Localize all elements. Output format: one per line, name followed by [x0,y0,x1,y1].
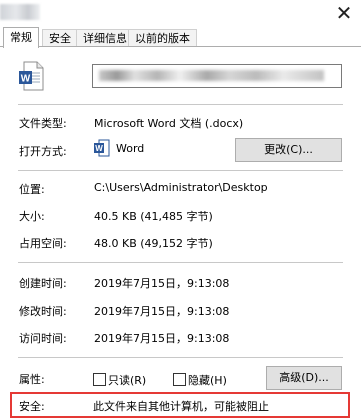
svg-text:W: W [21,74,31,85]
accessed-label: 访问时间: [19,332,67,345]
separator [18,357,343,358]
close-button[interactable]: ✕ [333,3,355,23]
location-value: C:\Users\Administrator\Desktop [94,181,268,194]
file-name-input[interactable] [92,64,342,88]
created-value: 2019年7月15日，9:13:08 [94,277,230,290]
created-label: 创建时间: [19,277,67,290]
file-name-blurred [99,70,324,81]
open-with-label: 打开方式: [19,145,67,158]
security-text: 此文件来自其他计算机，可能被阻止 [93,400,269,413]
modified-value: 2019年7月15日，9:13:08 [94,305,230,318]
size-on-disk-label: 占用空间: [19,237,67,250]
readonly-label[interactable]: 只读(R) [108,372,146,388]
hidden-checkbox[interactable] [173,373,186,386]
separator [18,262,343,263]
svg-text:W: W [95,144,103,153]
tab-strip: 常规 安全 详细信息 以前的版本 [0,27,361,48]
separator [18,104,343,105]
size-value: 40.5 KB (41,485 字节) [94,210,213,223]
file-type-value: Microsoft Word 文档 (.docx) [94,117,244,130]
word-doc-icon: W [19,61,44,91]
readonly-checkbox[interactable] [93,373,106,386]
title-bar: ✕ [0,0,361,27]
open-with-app: Word [116,142,145,155]
general-panel [0,46,361,408]
word-app-icon: W [94,139,110,157]
size-on-disk-value: 48.0 KB (49,152 字节) [94,237,213,250]
accessed-value: 2019年7月15日，9:13:08 [94,332,230,345]
modified-label: 修改时间: [19,305,67,318]
change-button[interactable]: 更改(C)... [235,138,342,162]
tab-general[interactable]: 常规 [3,27,39,48]
advanced-button[interactable]: 高级(D)... [266,366,342,390]
file-type-label: 文件类型: [19,117,67,130]
location-label: 位置: [19,183,45,196]
attributes-label: 属性: [19,373,45,386]
size-label: 大小: [19,210,45,223]
separator [18,170,343,171]
window-title-blurred [0,4,40,20]
hidden-label[interactable]: 隐藏(H) [188,372,227,388]
security-label: 安全: [19,400,45,413]
